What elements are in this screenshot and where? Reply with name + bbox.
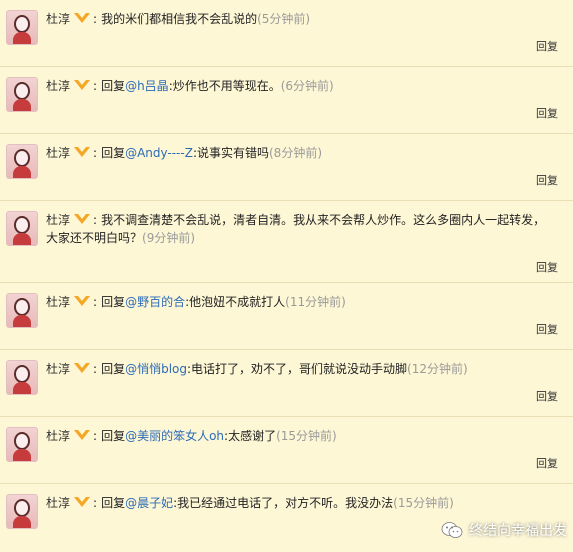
- comment-text: :说事实有错吗: [192, 146, 269, 160]
- comment-line: 杜淳: 回复@Andy----Z:说事实有错吗(8分钟前): [46, 146, 322, 160]
- comment-text: 我不调查清楚不会乱说，清者自清。我从来不会帮人炒作。这么多圈内人一起转发，大家还…: [46, 213, 546, 245]
- reply-button[interactable]: 回复: [536, 38, 558, 54]
- comment-line: 杜淳: 回复@美丽的笨女人oh:太感谢了(15分钟前): [46, 429, 337, 443]
- comment-item: 杜淳: 回复@晨子妃:我已经通过电话了，对方不听。我没办法(15分钟前): [0, 484, 573, 552]
- timestamp: (9分钟前): [142, 231, 196, 245]
- reply-button[interactable]: 回复: [536, 321, 558, 337]
- comment-item: 杜淳: 回复@Andy----Z:说事实有错吗(8分钟前) 回复: [0, 134, 573, 201]
- username[interactable]: 杜淳: [46, 79, 70, 93]
- avatar[interactable]: [6, 494, 38, 529]
- reply-button[interactable]: 回复: [536, 105, 558, 121]
- reply-button[interactable]: 回复: [536, 455, 558, 471]
- timestamp: (11分钟前): [285, 295, 346, 309]
- comment-text: :他泡妞不成就打人: [185, 295, 286, 309]
- mention-link[interactable]: @Andy----Z: [125, 146, 193, 160]
- username[interactable]: 杜淳: [46, 496, 70, 510]
- avatar[interactable]: [6, 144, 38, 179]
- comment-feed: 杜淳: 我的米们都相信我不会乱说的(5分钟前) 回复 杜淳: 回复@h吕晶:炒作也不…: [0, 0, 573, 552]
- reply-button[interactable]: 回复: [536, 172, 558, 188]
- verified-v-icon: [74, 80, 91, 90]
- comment-text: :电话打了，劝不了，哥们就说没动手动脚: [187, 362, 408, 376]
- verified-v-icon: [74, 214, 91, 224]
- comment-item: 杜淳: 我不调查清楚不会乱说，清者自清。我从来不会帮人炒作。这么多圈内人一起转发，…: [0, 201, 573, 283]
- timestamp: (8分钟前): [269, 146, 322, 160]
- comment-prefix: 回复: [101, 146, 126, 160]
- avatar[interactable]: [6, 211, 38, 246]
- comment-item: 杜淳: 回复@h吕晶:炒作也不用等现在。(6分钟前) 回复: [0, 67, 573, 134]
- comment-item: 杜淳: 回复@野百的合:他泡妞不成就打人(11分钟前) 回复: [0, 283, 573, 350]
- comment-item: 杜淳: 回复@美丽的笨女人oh:太感谢了(15分钟前) 回复: [0, 417, 573, 484]
- comment-prefix: 回复: [101, 496, 126, 510]
- verified-v-icon: [74, 13, 91, 23]
- timestamp: (5分钟前): [257, 12, 311, 26]
- timestamp: (15分钟前): [393, 496, 454, 510]
- avatar[interactable]: [6, 77, 38, 112]
- comment-prefix: 回复: [101, 295, 126, 309]
- comment-line: 杜淳: 我的米们都相信我不会乱说的(5分钟前): [46, 12, 311, 26]
- verified-v-icon: [74, 296, 91, 306]
- username[interactable]: 杜淳: [46, 362, 70, 376]
- comment-line: 杜淳: 回复@悄悄blog:电话打了，劝不了，哥们就说没动手动脚(12分钟前): [46, 362, 468, 376]
- comment-line: 杜淳: 回复@h吕晶:炒作也不用等现在。(6分钟前): [46, 79, 334, 93]
- timestamp: (12分钟前): [407, 362, 468, 376]
- reply-button[interactable]: 回复: [536, 388, 558, 404]
- mention-link[interactable]: @野百的合: [125, 295, 185, 309]
- timestamp: (15分钟前): [276, 429, 337, 443]
- username[interactable]: 杜淳: [46, 146, 70, 160]
- avatar[interactable]: [6, 360, 38, 395]
- verified-v-icon: [74, 430, 91, 440]
- avatar[interactable]: [6, 427, 38, 462]
- mention-link[interactable]: @h吕晶: [125, 79, 169, 93]
- comment-prefix: 回复: [101, 362, 126, 376]
- comment-item: 杜淳: 我的米们都相信我不会乱说的(5分钟前) 回复: [0, 0, 573, 67]
- username[interactable]: 杜淳: [46, 429, 70, 443]
- comment-line: 杜淳: 回复@晨子妃:我已经通过电话了，对方不听。我没办法(15分钟前): [46, 496, 454, 510]
- comment-prefix: 回复: [101, 429, 126, 443]
- comment-prefix: 回复: [101, 79, 126, 93]
- comment-line: 杜淳: 我不调查清楚不会乱说，清者自清。我从来不会帮人炒作。这么多圈内人一起转发，…: [46, 213, 546, 245]
- verified-v-icon: [74, 497, 91, 507]
- avatar[interactable]: [6, 10, 38, 45]
- timestamp: (6分钟前): [280, 79, 334, 93]
- comment-line: 杜淳: 回复@野百的合:他泡妞不成就打人(11分钟前): [46, 295, 346, 309]
- mention-link[interactable]: @美丽的笨女人oh: [125, 429, 224, 443]
- comment-item: 杜淳: 回复@悄悄blog:电话打了，劝不了，哥们就说没动手动脚(12分钟前) 回…: [0, 350, 573, 417]
- comment-text: 我的米们都相信我不会乱说的: [101, 12, 258, 26]
- comment-text: :我已经通过电话了，对方不听。我没办法: [173, 496, 394, 510]
- mention-link[interactable]: @晨子妃: [125, 496, 173, 510]
- verified-v-icon: [74, 147, 91, 157]
- verified-v-icon: [74, 363, 91, 373]
- username[interactable]: 杜淳: [46, 12, 70, 26]
- username[interactable]: 杜淳: [46, 213, 70, 227]
- username[interactable]: 杜淳: [46, 295, 70, 309]
- reply-button[interactable]: 回复: [536, 259, 558, 275]
- wechat-icon: [441, 522, 463, 538]
- comment-text: :炒作也不用等现在。: [168, 79, 281, 93]
- watermark: 终结向幸福出发: [441, 520, 567, 540]
- comment-text: :太感谢了: [224, 429, 277, 443]
- mention-link[interactable]: @悄悄blog: [125, 362, 187, 376]
- watermark-text: 终结向幸福出发: [469, 523, 567, 539]
- avatar[interactable]: [6, 293, 38, 328]
